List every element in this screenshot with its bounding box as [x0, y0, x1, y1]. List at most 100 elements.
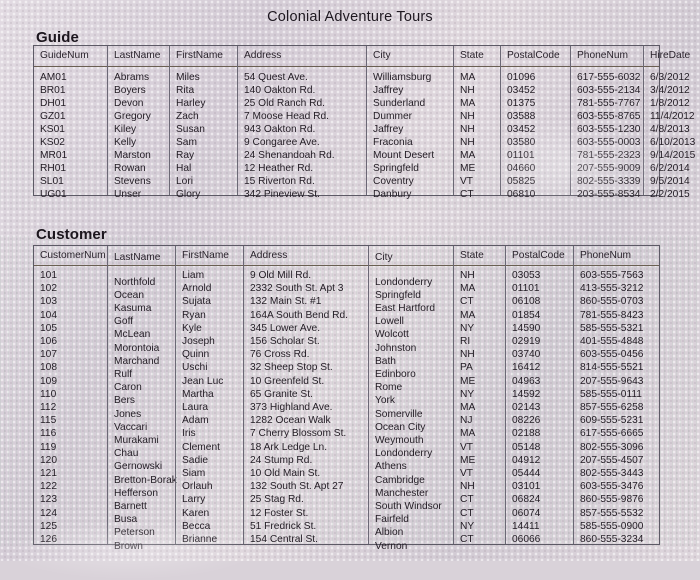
customer-cell: 112: [40, 402, 57, 413]
customer-cell: McLean: [114, 329, 151, 341]
customer-cell: NH: [460, 270, 475, 281]
customer-cell: 115: [40, 415, 57, 427]
customer-cell: 06074: [512, 507, 541, 519]
customer-cell: 18 Ark Ledge Ln.: [250, 441, 328, 453]
guide-cell: KS01: [40, 124, 65, 135]
guide-header-cell: GuideNum: [40, 50, 89, 61]
guide-cell: 05825: [507, 176, 536, 187]
customer-cell: PA: [460, 362, 473, 374]
guide-cell: Rita: [176, 85, 195, 96]
guide-cell: 25 Old Ranch Rd.: [244, 98, 325, 109]
customer-cell: East Hartford: [375, 302, 436, 314]
customer-cell: 9 Old Mill Rd.: [250, 270, 312, 281]
customer-cell: Caron: [114, 382, 142, 394]
guide-cell: 603-555-8765: [577, 111, 641, 122]
guide-table: GuideNum AM01 BR01 DH01 GZ01 KS01 KS02 MR01 RH01…: [33, 45, 696, 200]
customer-cell: VT: [460, 441, 474, 453]
guide-column-address: Address 54 Quest Ave. 140 Oakton Rd. 25 Old…: [237, 46, 366, 200]
customer-cell: Karen: [182, 507, 210, 519]
customer-cell: 857-555-5532: [580, 507, 644, 519]
guide-cell: 15 Riverton Rd.: [244, 176, 315, 187]
guide-header-cell: PhoneNum: [577, 50, 628, 61]
guide-cell: Ray: [176, 150, 195, 161]
customer-header-cell: City: [375, 252, 393, 264]
customer-cell: 207-555-9643: [580, 375, 644, 387]
customer-cell: Somerville: [375, 408, 423, 420]
guide-cell: Zach: [176, 111, 199, 122]
customer-cell: 126: [40, 534, 57, 545]
customer-cell: Northfold: [114, 276, 156, 288]
customer-cell: York: [375, 395, 396, 407]
guide-cell: Sam: [176, 137, 197, 148]
guide-cell: 6/10/2013: [650, 137, 696, 148]
customer-cell: 101: [40, 270, 57, 281]
guide-cell: 802-555-3339: [577, 176, 641, 187]
customer-cell: Londonderry: [375, 448, 433, 460]
customer-cell: 860-555-3234: [580, 534, 644, 545]
customer-cell: 12 Foster St.: [250, 507, 309, 519]
customer-cell: 102: [40, 283, 57, 295]
customer-cell: NH: [460, 349, 475, 361]
customer-cell: Albion: [375, 527, 404, 539]
guide-cell: UG01: [40, 189, 67, 200]
customer-cell: 2332 South St. Apt 3: [250, 283, 344, 295]
guide-cell: MA: [460, 72, 476, 83]
customer-cell: 857-555-6258: [580, 402, 644, 413]
customer-cell: 10 Old Main St.: [250, 468, 321, 479]
customer-cell: Adam: [182, 415, 209, 427]
guide-cell: Marston: [114, 150, 151, 161]
guide-header-cell: Address: [244, 50, 282, 61]
customer-cell: Joseph: [182, 336, 215, 347]
customer-cell: 585-555-5321: [580, 322, 644, 334]
guide-header-cell: City: [373, 50, 391, 61]
customer-cell: 207-555-4507: [580, 454, 644, 466]
customer-cell: Iris: [182, 428, 196, 440]
guide-cell: 603-555-2134: [577, 85, 641, 96]
customer-cell: 123: [40, 494, 57, 506]
guide-cell: AM01: [40, 72, 67, 83]
customer-cell: Vaccari: [114, 421, 148, 433]
customer-cell: Jean Luc: [182, 375, 224, 387]
guide-cell: 12 Heather Rd.: [244, 163, 314, 174]
guide-header-cell: HireDate: [650, 50, 691, 61]
customer-cell: Barnett: [114, 500, 147, 512]
customer-cell: 04963: [512, 375, 541, 387]
customer-cell: 03740: [512, 349, 541, 361]
customer-cell: Bath: [375, 355, 396, 367]
customer-cell: CT: [460, 296, 474, 308]
customer-cell: Chau: [114, 448, 139, 460]
guide-header-cell: PostalCode: [507, 50, 560, 61]
customer-cell: RI: [460, 336, 471, 347]
customer-cell: Brown: [114, 540, 143, 552]
customer-cell: 603-555-3476: [580, 481, 644, 493]
customer-cell: 02919: [512, 336, 541, 347]
guide-cell: Hal: [176, 163, 192, 174]
guide-cell: Jaffrey: [373, 124, 404, 135]
customer-table: CustomerNum 101 102 103 104 105 106 107 108 109 11…: [33, 245, 660, 552]
guide-cell: NH: [460, 124, 475, 135]
guide-cell: SL01: [40, 176, 64, 187]
guide-cell: MA: [460, 150, 476, 161]
customer-cell: 122: [40, 481, 57, 493]
guide-cell: 6/3/2012: [650, 72, 690, 83]
customer-cell: Larry: [182, 494, 206, 506]
customer-cell: Arnold: [182, 283, 212, 295]
guide-cell: 342 Pineview St.: [244, 189, 320, 200]
customer-cell: Springfeld: [375, 289, 421, 301]
guide-cell: 617-555-6032: [577, 72, 641, 83]
guide-cell: 943 Oakton Rd.: [244, 124, 316, 135]
guide-cell: Kiley: [114, 124, 137, 135]
customer-cell: 345 Lower Ave.: [250, 322, 321, 334]
guide-header-cell: LastName: [114, 50, 161, 61]
guide-column-firstname: FirstName Miles Rita Harley Zach Susan Sam Ray H…: [169, 46, 237, 200]
customer-cell: Bretton-Borak: [114, 474, 177, 486]
customer-cell: 51 Fredrick St.: [250, 520, 317, 532]
guide-cell: 140 Oakton Rd.: [244, 85, 316, 96]
customer-cell: 1282 Ocean Walk: [250, 415, 331, 427]
customer-header-cell: PostalCode: [512, 250, 565, 261]
guide-cell: Lori: [176, 176, 193, 187]
customer-cell: 156 Scholar St.: [250, 336, 320, 347]
customer-cell: 107: [40, 349, 57, 361]
customer-cell: 76 Cross Rd.: [250, 349, 310, 361]
guide-cell: 2/2/2015: [650, 189, 690, 200]
